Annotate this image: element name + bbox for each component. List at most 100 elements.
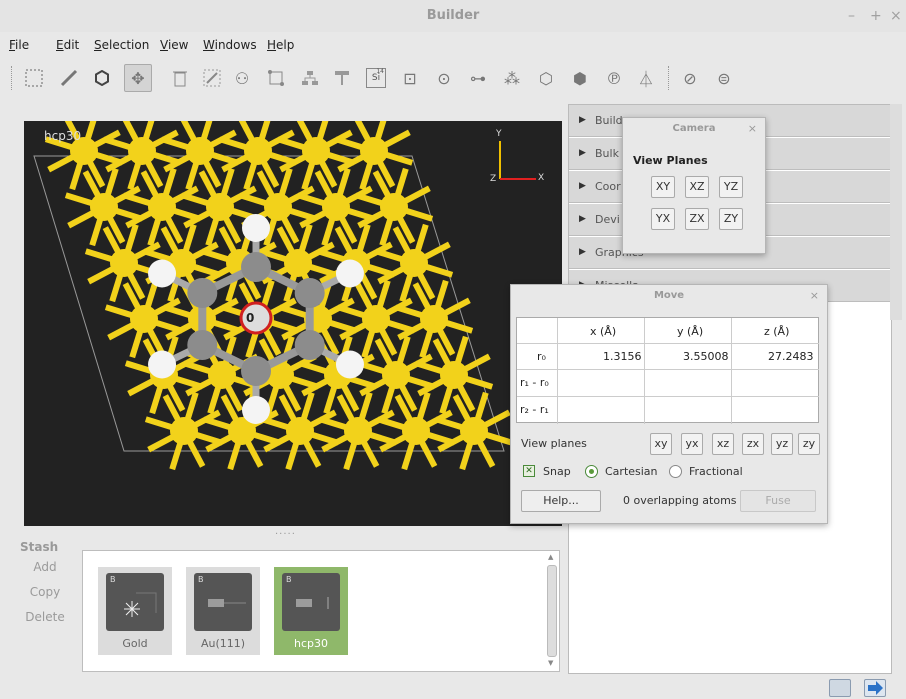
gold-atom[interactable] <box>400 249 428 277</box>
sheet-icon[interactable]: ⊜ <box>710 64 738 92</box>
gold-atom[interactable] <box>130 305 158 333</box>
stash-add-button[interactable]: Add <box>20 560 70 574</box>
gold-atom[interactable] <box>148 193 176 221</box>
gold-atom[interactable] <box>286 417 314 445</box>
gold-atom[interactable] <box>208 361 236 389</box>
gold-atom[interactable] <box>440 361 468 389</box>
hydrogen-atom[interactable] <box>148 350 177 379</box>
view-yx-button[interactable]: YX <box>651 208 675 230</box>
stash-item-au111[interactable]: B Au(111) <box>186 567 260 655</box>
stash-copy-button[interactable]: Copy <box>20 585 70 599</box>
cartesian-radio[interactable] <box>585 465 598 478</box>
plane-yx-button[interactable]: yx <box>681 433 703 455</box>
gold-atom[interactable] <box>402 417 430 445</box>
hydrogen-atom[interactable] <box>335 350 364 379</box>
select-rectangle-icon[interactable] <box>20 64 48 92</box>
plane-xy-button[interactable]: xy <box>650 433 672 455</box>
gold-atom[interactable] <box>264 193 292 221</box>
stash-item-gold[interactable]: B Gold <box>98 567 172 655</box>
view-yz-button[interactable]: YZ <box>719 176 743 198</box>
cell-r0-z[interactable]: 27.2483 <box>768 350 814 363</box>
move-icon[interactable]: ✥ <box>124 64 152 92</box>
molecule-icon[interactable]: ⚇ <box>228 64 256 92</box>
fractional-radio[interactable] <box>669 465 682 478</box>
gold-atom[interactable] <box>90 193 118 221</box>
gold-atom[interactable] <box>362 305 390 333</box>
menu-help[interactable]: Help <box>267 38 294 52</box>
right-pane-scrollbar[interactable] <box>890 104 902 320</box>
gold-atom[interactable] <box>284 249 312 277</box>
stash-item-hcp30[interactable]: B hcp30 <box>274 567 348 655</box>
tube-icon[interactable]: ⊘ <box>676 64 704 92</box>
cube-icon[interactable]: ⬡ <box>532 64 560 92</box>
stash-delete-button[interactable]: Delete <box>20 610 70 624</box>
molecule-scene[interactable] <box>24 121 562 526</box>
gold-atom[interactable] <box>302 137 330 165</box>
measure-icon[interactable] <box>55 64 83 92</box>
send-arrow-icon[interactable] <box>864 679 886 697</box>
scroll-thumb[interactable] <box>547 565 557 657</box>
close-icon[interactable]: × <box>810 289 819 302</box>
transform-icon[interactable]: ⊙ <box>430 64 458 92</box>
gold-atom[interactable] <box>206 193 234 221</box>
hydrogen-atom[interactable] <box>242 214 270 242</box>
gold-atom[interactable] <box>344 417 372 445</box>
gold-atom[interactable] <box>420 305 448 333</box>
hydrogen-atom[interactable] <box>335 259 364 288</box>
carbon-atom[interactable] <box>241 252 271 282</box>
menu-edit[interactable]: Edit <box>56 38 79 52</box>
maximize-button[interactable]: + <box>870 8 882 24</box>
silicon-element-icon[interactable]: Si 14 <box>362 64 390 92</box>
plane-zx-button[interactable]: zx <box>742 433 764 455</box>
gold-atom[interactable] <box>186 137 214 165</box>
wave-icon[interactable]: ⏃ <box>632 64 660 92</box>
carbon-atom[interactable] <box>294 330 325 360</box>
gold-atom[interactable] <box>380 193 408 221</box>
menu-selection[interactable]: Selection <box>94 38 149 52</box>
stash-list[interactable]: B Gold B Au(111) B hcp30 ▲ ▼ <box>82 550 560 672</box>
hexagon-icon[interactable] <box>88 64 116 92</box>
close-button[interactable]: × <box>890 8 902 24</box>
carbon-atom[interactable] <box>241 356 271 386</box>
trash-icon[interactable] <box>166 64 194 92</box>
menu-view[interactable]: View <box>160 38 188 52</box>
gold-atom[interactable] <box>382 361 410 389</box>
edit-icon[interactable] <box>198 64 226 92</box>
atom-circle-icon[interactable]: ⁂ <box>498 64 526 92</box>
close-icon[interactable]: × <box>748 122 757 135</box>
help-button[interactable]: Help... <box>521 490 601 512</box>
axes-icon[interactable]: ℗ <box>600 64 628 92</box>
carbon-atom[interactable] <box>187 278 218 308</box>
gold-atom[interactable] <box>244 137 272 165</box>
cell-r0-x[interactable]: 1.3156 <box>603 350 642 363</box>
crystal-icon[interactable] <box>262 64 290 92</box>
plane-xz-button[interactable]: xz <box>712 433 734 455</box>
view-xy-button[interactable]: XY <box>651 176 675 198</box>
carbon-atom[interactable] <box>187 330 218 360</box>
atom-icon[interactable]: ⊡ <box>396 64 424 92</box>
view-zy-button[interactable]: ZY <box>719 208 743 230</box>
minimize-button[interactable]: – <box>848 8 855 24</box>
scroll-up-icon[interactable]: ▲ <box>548 553 553 561</box>
gold-atom[interactable] <box>128 137 156 165</box>
hierarchy-icon[interactable] <box>296 64 324 92</box>
plane-zy-button[interactable]: zy <box>798 433 820 455</box>
gold-atom[interactable] <box>360 137 388 165</box>
snap-checkbox[interactable]: ✕ <box>523 465 535 477</box>
gold-atom[interactable] <box>170 417 198 445</box>
hydrogen-atom[interactable] <box>148 259 177 288</box>
gold-atom[interactable] <box>322 193 350 221</box>
view-zx-button[interactable]: ZX <box>685 208 709 230</box>
document-icon[interactable] <box>829 679 851 697</box>
molecule2-icon[interactable]: ⊶ <box>464 64 492 92</box>
carbon-atom[interactable] <box>294 278 325 308</box>
stash-scrollbar[interactable]: ▲ ▼ <box>547 553 557 669</box>
fuse-button[interactable]: Fuse <box>740 490 816 512</box>
gold-atom[interactable] <box>460 417 488 445</box>
cell-r0-y[interactable]: 3.55008 <box>683 350 729 363</box>
menu-windows[interactable]: Windows <box>203 38 257 52</box>
view-xz-button[interactable]: XZ <box>685 176 709 198</box>
3d-viewport[interactable]: hcp30 Y X Z 0 <box>24 121 562 526</box>
pencil-icon[interactable]: ⬢ <box>566 64 594 92</box>
pin-icon[interactable] <box>328 64 356 92</box>
